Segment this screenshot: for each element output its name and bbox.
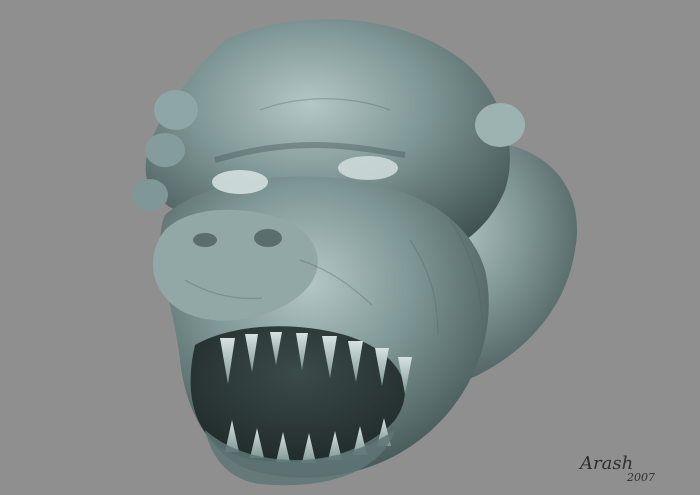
- left-horn-bump-3: [132, 179, 168, 211]
- right-nostril: [254, 229, 282, 247]
- left-horn-bump-2: [145, 133, 185, 167]
- signature-name: Arash: [578, 453, 633, 474]
- right-horn-bump: [475, 103, 525, 147]
- left-nostril: [193, 233, 217, 247]
- artist-signature: Arash 2007: [578, 453, 655, 484]
- left-horn-bump: [154, 90, 198, 130]
- creature-head-sculpt: [132, 19, 578, 486]
- left-eye-socket: [212, 170, 268, 194]
- render-viewport: Arash 2007: [0, 0, 700, 495]
- signature-year: 2007: [626, 471, 655, 484]
- right-eye-socket: [338, 156, 398, 180]
